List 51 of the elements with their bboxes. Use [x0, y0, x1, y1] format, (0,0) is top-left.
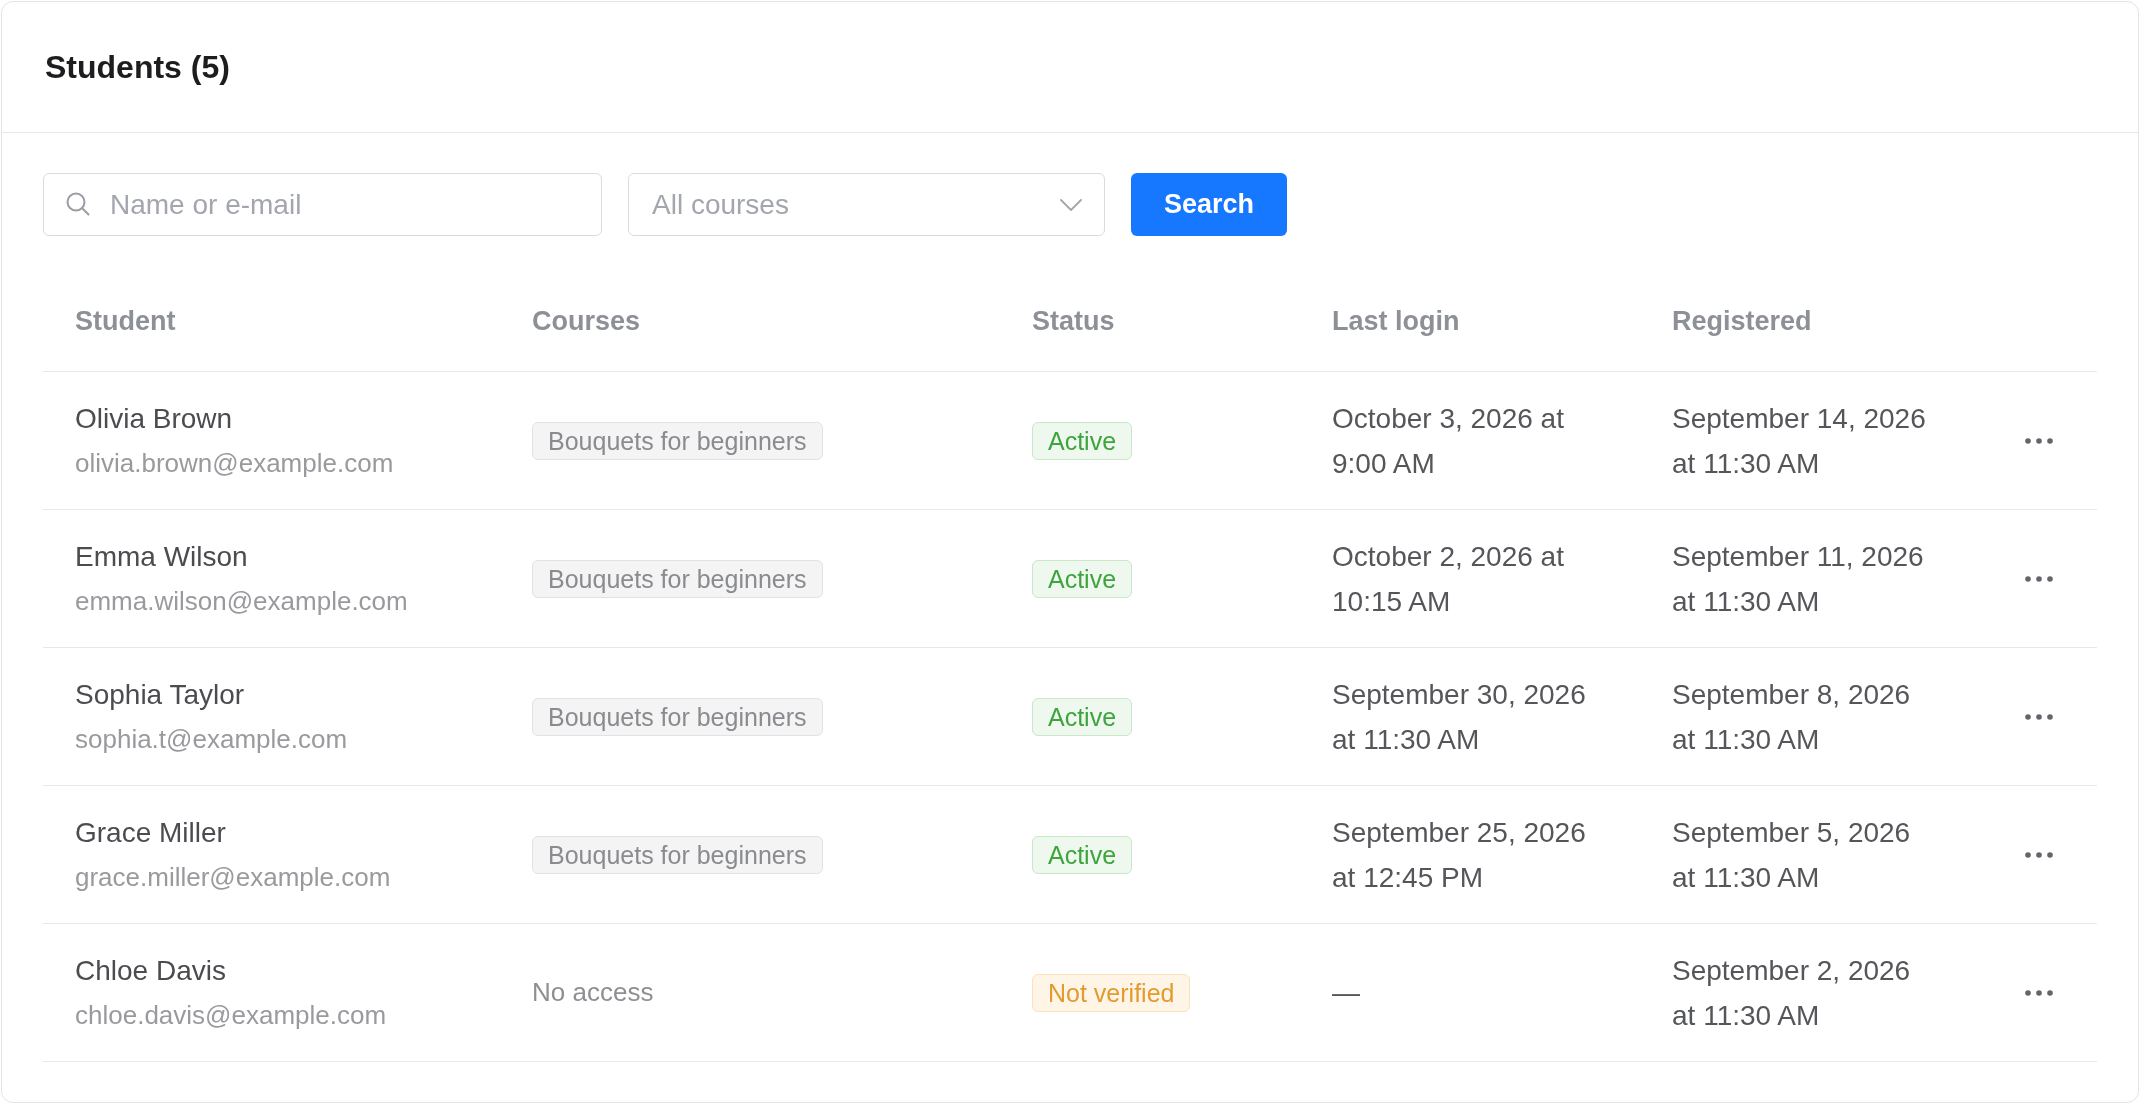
student-name: Olivia Brown: [75, 401, 233, 436]
course-tag: Bouquets for beginners: [532, 559, 823, 598]
ellipsis-icon: [2025, 575, 2053, 582]
student-email: chloe.davis@example.com: [75, 998, 387, 1032]
panel-title: Students (5): [45, 48, 230, 86]
chevron-down-icon: [1060, 199, 1082, 211]
column-header: Last login: [1332, 305, 1460, 337]
column-header: Student: [75, 305, 176, 337]
ellipsis-icon: [2025, 989, 2053, 996]
student-name: Sophia Taylor: [75, 677, 245, 712]
last-login-date: October 2, 2026 at 10:15 AM: [1332, 539, 1565, 619]
status-badge: Not verified: [1032, 973, 1191, 1012]
course-tag: Bouquets for beginners: [532, 697, 823, 736]
registered-date: September 2, 2026 at 11:30 AM: [1672, 953, 1912, 1033]
column-header: Status: [1032, 305, 1115, 337]
row-actions-button[interactable]: [2025, 437, 2053, 444]
registered-date: September 14, 2026 at 11:30 AM: [1672, 401, 1927, 481]
last-login-date: —: [1332, 976, 1360, 1010]
student-name: Emma Wilson: [75, 539, 248, 574]
search-field[interactable]: Name or e-mail: [43, 173, 602, 236]
student-email: grace.miller@example.com: [75, 860, 391, 894]
student-name: Grace Miller: [75, 815, 226, 850]
status-badge: Active: [1032, 421, 1133, 460]
registered-date: September 5, 2026 at 11:30 AM: [1672, 815, 1912, 895]
last-login-date: September 25, 2026 at 12:45 PM: [1332, 815, 1587, 895]
row-actions-button[interactable]: [2025, 575, 2053, 582]
column-header: Courses: [532, 305, 641, 337]
course-select[interactable]: All courses: [628, 173, 1105, 236]
course-tag: Bouquets for beginners: [532, 421, 823, 460]
student-email: olivia.brown@example.com: [75, 446, 394, 480]
course-note: No access: [532, 977, 654, 1008]
row-actions-button[interactable]: [2025, 713, 2053, 720]
registered-date: September 8, 2026 at 11:30 AM: [1672, 677, 1912, 757]
ellipsis-icon: [2025, 437, 2053, 444]
status-badge: Active: [1032, 835, 1133, 874]
last-login-date: September 30, 2026 at 11:30 AM: [1332, 677, 1587, 757]
ellipsis-icon: [2025, 851, 2053, 858]
course-tag: Bouquets for beginners: [532, 835, 823, 874]
status-badge: Active: [1032, 697, 1133, 736]
column-header: Registered: [1672, 305, 1812, 337]
row-actions-button[interactable]: [2025, 851, 2053, 858]
last-login-date: October 3, 2026 at 9:00 AM: [1332, 401, 1565, 481]
search-button[interactable]: Search: [1131, 173, 1287, 236]
registered-date: September 11, 2026 at 11:30 AM: [1672, 539, 1925, 619]
search-icon: [66, 192, 90, 216]
student-email: sophia.t@example.com: [75, 722, 348, 756]
ellipsis-icon: [2025, 713, 2053, 720]
student-email: emma.wilson@example.com: [75, 584, 408, 618]
student-name: Chloe Davis: [75, 953, 226, 988]
row-actions-button[interactable]: [2025, 989, 2053, 996]
status-badge: Active: [1032, 559, 1133, 598]
